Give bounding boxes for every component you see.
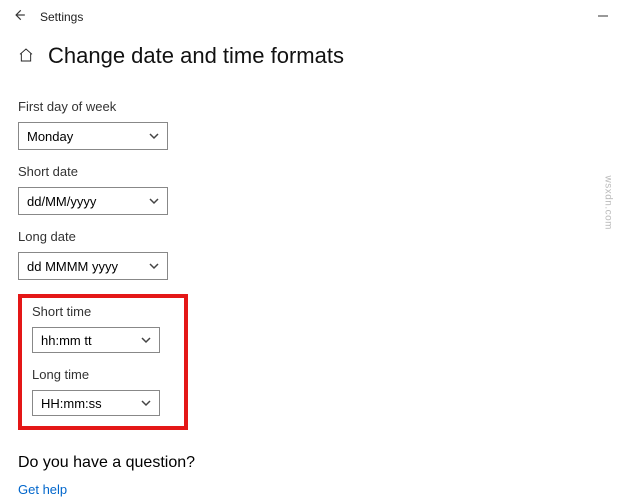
field-label: Short time xyxy=(32,304,174,319)
chevron-down-icon xyxy=(149,196,159,206)
first-day-of-week-select[interactable]: Monday xyxy=(18,122,168,150)
select-value: dd MMMM yyyy xyxy=(27,259,118,274)
field-label: Short date xyxy=(18,164,602,179)
get-help-link[interactable]: Get help xyxy=(18,482,602,497)
window-title: Settings xyxy=(40,10,83,24)
field-first-day-of-week: First day of week Monday xyxy=(18,99,602,150)
home-icon[interactable] xyxy=(18,47,34,66)
long-date-select[interactable]: dd MMMM yyyy xyxy=(18,252,168,280)
field-short-date: Short date dd/MM/yyyy xyxy=(18,164,602,215)
select-value: dd/MM/yyyy xyxy=(27,194,96,209)
chevron-down-icon xyxy=(149,261,159,271)
question-heading: Do you have a question? xyxy=(18,454,602,472)
short-date-select[interactable]: dd/MM/yyyy xyxy=(18,187,168,215)
field-long-time: Long time HH:mm:ss xyxy=(32,367,174,416)
select-value: hh:mm tt xyxy=(41,333,92,348)
minimize-icon[interactable] xyxy=(598,9,608,24)
short-time-select[interactable]: hh:mm tt xyxy=(32,327,160,353)
highlight-box: Short time hh:mm tt Long time HH:mm:ss xyxy=(18,294,188,430)
long-time-select[interactable]: HH:mm:ss xyxy=(32,390,160,416)
field-label: Long time xyxy=(32,367,174,382)
chevron-down-icon xyxy=(149,131,159,141)
watermark: wsxdn.com xyxy=(603,175,614,230)
field-short-time: Short time hh:mm tt xyxy=(32,304,174,353)
field-label: First day of week xyxy=(18,99,602,114)
select-value: HH:mm:ss xyxy=(41,396,102,411)
field-label: Long date xyxy=(18,229,602,244)
back-arrow-icon[interactable] xyxy=(12,8,26,25)
select-value: Monday xyxy=(27,129,73,144)
page-title: Change date and time formats xyxy=(48,43,344,69)
chevron-down-icon xyxy=(141,335,151,345)
field-long-date: Long date dd MMMM yyyy xyxy=(18,229,602,280)
chevron-down-icon xyxy=(141,398,151,408)
